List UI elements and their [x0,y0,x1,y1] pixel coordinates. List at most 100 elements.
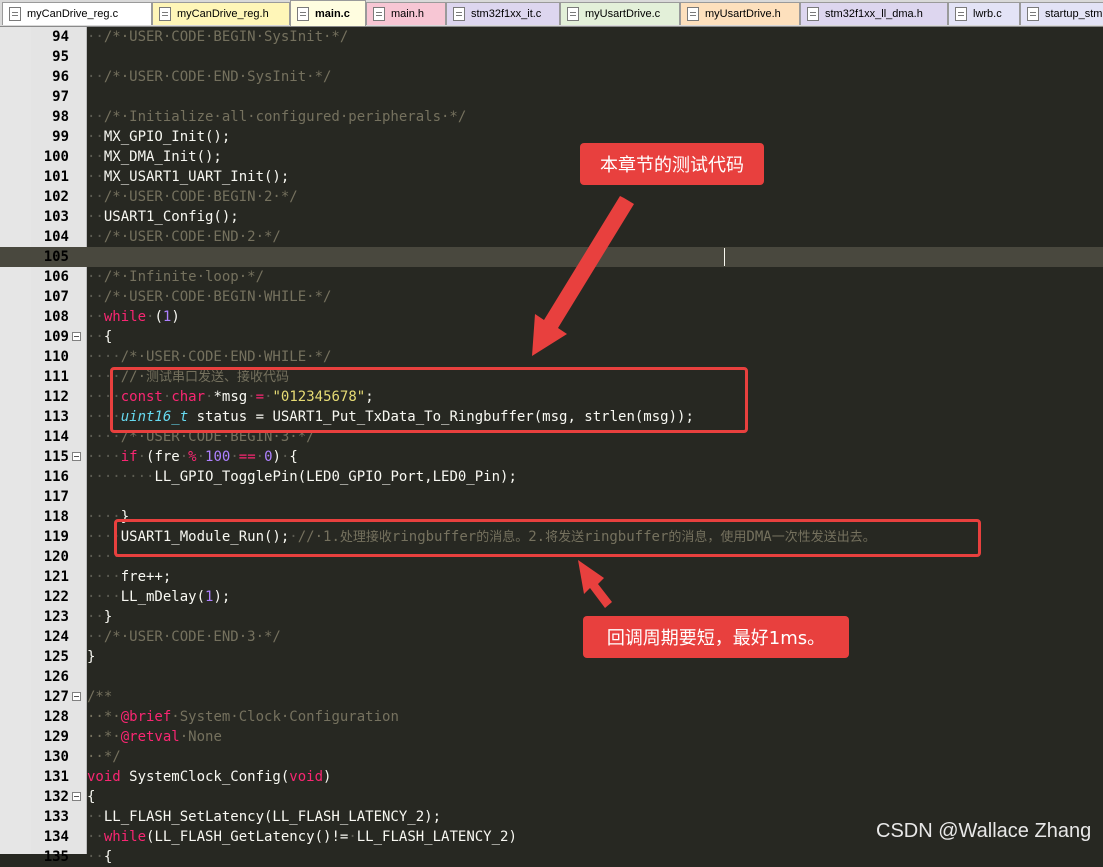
code-token: while [103,829,147,845]
code-line[interactable]: 126 [0,667,1103,687]
code-token: { [289,449,298,465]
code-token: ·· [87,809,104,825]
code-token: if [120,449,138,465]
code-line[interactable]: 98 ··/*·Initialize·all·configured·periphe… [0,107,1103,127]
line-number: 95 [52,49,69,65]
code-line[interactable]: 103 ··USART1_Config(); [0,207,1103,227]
code-token: 0 [264,449,273,465]
tab-label: myUsartDrive.h [705,8,781,20]
code-line[interactable]: 99 ··MX_GPIO_Init(); [0,127,1103,147]
tab-main-h[interactable]: main.h [366,2,446,25]
code-text: ··{ [87,847,112,867]
code-line[interactable]: 101 ··MX_USART1_UART_Init(); [0,167,1103,187]
code-line[interactable]: 127 /** [0,687,1103,707]
code-line[interactable]: 125} [0,647,1103,667]
code-token: /*·USER·CODE·END·SysInit·*/ [103,69,332,85]
tab-mycandrive-reg-h[interactable]: myCanDrive_reg.h [152,2,290,25]
code-line[interactable]: 115 ····if·(fre·%·100·==·0)·{ [0,447,1103,467]
line-number: 124 [43,629,69,645]
code-token: · [179,449,189,465]
tab-main-c[interactable]: main.c [290,0,366,26]
code-line[interactable]: 109 ··{ [0,327,1103,347]
line-number: 102 [43,189,69,205]
tab-startup-stm[interactable]: startup_stm [1020,2,1103,25]
tab-stm32f1xx-it-c[interactable]: stm32f1xx_it.c [446,2,560,25]
code-token: ·· [87,149,104,165]
code-line[interactable]: 106 ··/*·Infinite·loop·*/ [0,267,1103,287]
code-token: ··*/ [87,749,121,765]
code-line[interactable]: 94 ··/*·USER·CODE·BEGIN·SysInit·*/ [0,27,1103,47]
code-text: ··MX_DMA_Init(); [87,147,222,167]
code-line[interactable]: 96 ··/*·USER·CODE·END·SysInit·*/ [0,67,1103,87]
code-token: ) [272,449,281,465]
code-token: ·· [87,329,104,345]
code-line[interactable]: 117 [0,487,1103,507]
code-line[interactable]: 128 ··*·@brief·System·Clock·Configuration [0,707,1103,727]
code-token: · [196,449,206,465]
code-line[interactable]: 129 ··*·@retval·None [0,727,1103,747]
tab-label: main.c [315,7,350,20]
code-line[interactable]: 110 ····/*·USER·CODE·END·WHILE·*/ [0,347,1103,367]
line-number: 120 [43,549,69,565]
fold-toggle-icon[interactable] [72,692,81,701]
code-token: % [188,449,197,465]
code-line[interactable]: 132 { [0,787,1103,807]
line-number: 134 [43,829,69,845]
code-token: ···· [87,589,121,605]
code-token: ·· [87,109,104,125]
code-token: ·· [87,129,104,145]
line-number: 129 [43,729,69,745]
code-text: ··*·@retval·None [87,727,222,747]
tab-mycandrive-reg-c[interactable]: myCanDrive_reg.c [2,2,152,25]
code-line[interactable]: 121 ····fre++; [0,567,1103,587]
fold-toggle-icon[interactable] [72,792,81,801]
code-editor[interactable]: 94 ··/*·USER·CODE·BEGIN·SysInit·*/ 95 96 ··/… [0,27,1103,865]
code-line[interactable]: 130 ··*/ [0,747,1103,767]
code-line[interactable]: 97 [0,87,1103,107]
line-number: 103 [43,209,69,225]
tab-myusartdrive-h[interactable]: myUsartDrive.h [680,2,800,25]
callout-period-short: 回调周期要短，最好1ms。 [583,616,849,658]
code-token: ···· [87,569,121,585]
tab-myusartdrive-c[interactable]: myUsartDrive.c [560,2,680,25]
line-number: 104 [43,229,69,245]
code-token: void [87,769,121,785]
fold-toggle-icon[interactable] [72,452,81,461]
code-token: /** [87,689,113,705]
tab-stm32f1xx-ll-dma-h[interactable]: stm32f1xx_ll_dma.h [800,2,948,25]
code-token: LL_GPIO_TogglePin(LED0_GPIO_Port,LED0_Pi… [154,469,517,485]
code-line[interactable]: 100 ··MX_DMA_Init(); [0,147,1103,167]
code-line[interactable]: 95 [0,47,1103,67]
code-text: ········LL_GPIO_TogglePin(LED0_GPIO_Port… [87,467,517,487]
code-line[interactable]: 105 [0,247,1103,267]
code-line[interactable]: 102 ··/*·USER·CODE·BEGIN·2·*/ [0,187,1103,207]
code-line[interactable]: 135 ··{ [0,847,1103,867]
code-line[interactable]: 123 ··} [0,607,1103,627]
code-token: ·· [87,829,104,845]
watermark: CSDN @Wallace Zhang [876,820,1092,842]
code-token: } [103,609,113,625]
callout-test-code-text: 本章节的测试代码 [600,155,744,176]
code-line[interactable]: 108 ··while·(1) [0,307,1103,327]
tab-label: stm32f1xx_ll_dma.h [825,8,923,20]
code-token: ···· [87,349,121,365]
code-token: LL_mDelay( [120,589,206,605]
tab-lwrb-c[interactable]: lwrb.c [948,2,1020,25]
code-text: ··while·(1) [87,307,180,327]
code-line[interactable]: 116 ········LL_GPIO_TogglePin(LED0_GPIO_P… [0,467,1103,487]
code-line[interactable]: 122 ····LL_mDelay(1); [0,587,1103,607]
fold-toggle-icon[interactable] [72,332,81,341]
callout-period-short-text: 回调周期要短，最好1ms。 [606,628,826,649]
line-number: 105 [43,249,69,265]
code-line[interactable]: 131 void SystemClock_Config(void) [0,767,1103,787]
line-number: 113 [43,409,69,425]
s-file-icon [1027,7,1039,21]
line-number: 119 [43,529,69,545]
code-text: ··/*·Initialize·all·configured·periphera… [87,107,466,127]
highlight-box-module-run [114,519,981,557]
line-number: 100 [43,149,69,165]
code-line[interactable]: 107 ··/*·USER·CODE·BEGIN·WHILE·*/ [0,287,1103,307]
code-line[interactable]: 124 ··/*·USER·CODE·END·3·*/ [0,627,1103,647]
code-token: /*·USER·CODE·BEGIN·SysInit·*/ [103,29,349,45]
code-line[interactable]: 104 ··/*·USER·CODE·END·2·*/ [0,227,1103,247]
